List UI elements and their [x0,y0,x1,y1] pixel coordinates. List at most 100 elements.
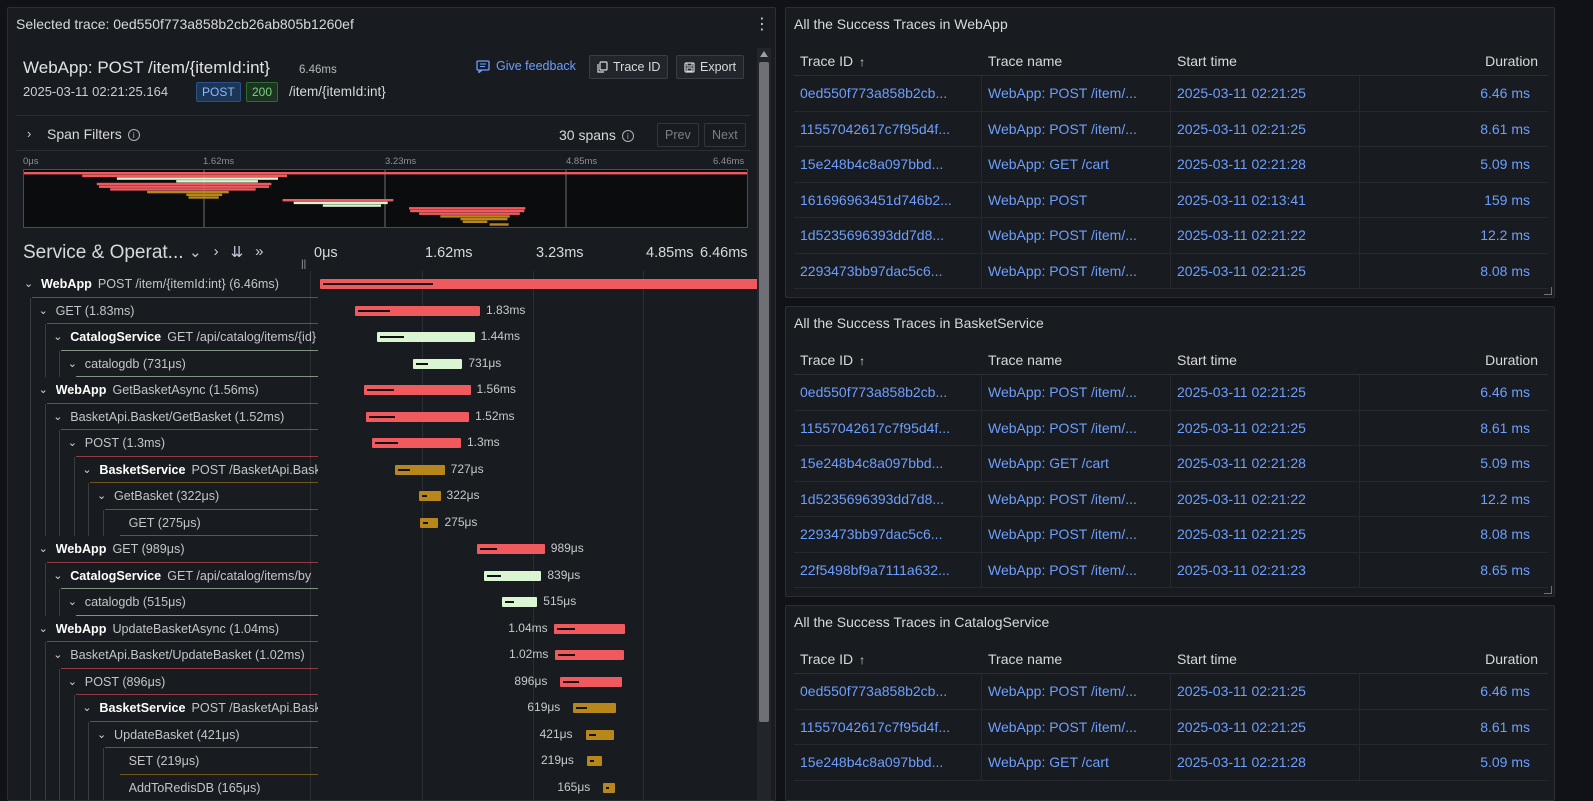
table-row[interactable]: 11557042617c7f95d4f... WebApp: POST /item… [794,111,1548,147]
trace-name-link[interactable]: WebApp: POST /item/... [988,384,1137,400]
trace-name-link[interactable]: WebApp: POST /item/... [988,526,1137,542]
duration-link[interactable]: 5.09 ms [1480,455,1530,471]
trace-name-link[interactable]: WebApp: POST /item/... [988,562,1137,578]
chevron-down-icon[interactable]: ⌄ [53,330,62,343]
span-row[interactable]: ⌄ BasketApi.Basket/GetBasket (1.52ms) 1.52… [16,403,753,430]
start-time-link[interactable]: 2025-03-11 02:21:28 [1177,156,1306,172]
trace-id-link[interactable]: 11557042617c7f95d4f... [800,719,950,735]
trace-name-link[interactable]: WebApp: GET /cart [988,754,1109,770]
info-icon[interactable]: i [621,130,634,143]
span-row[interactable]: ⌄ BasketService POST /BasketApi.Basket/Upd… [16,695,753,722]
sort-ascending-icon[interactable]: ↑ [859,55,865,69]
duration-link[interactable]: 8.08 ms [1480,526,1530,542]
give-feedback-link[interactable]: Give feedback [476,59,576,73]
table-row[interactable]: 1d5235696393dd7d8... WebApp: POST /item/.… [794,481,1548,517]
span-bar[interactable] [365,411,470,422]
sort-ascending-icon[interactable]: ↑ [859,354,865,368]
span-bar[interactable] [573,703,616,713]
trace-id-link[interactable]: 0ed550f773a858b2cb... [800,85,947,101]
chevron-down-icon[interactable]: ⌄ [39,622,48,635]
span-bar[interactable] [355,305,481,316]
span-row[interactable]: ⌄ BasketService POST /BasketApi.Basket/Get… [16,456,753,483]
info-icon[interactable]: i [127,129,140,142]
trace-name-link[interactable]: WebApp: POST /item/... [988,85,1137,101]
span-row[interactable]: ⌄ WebApp GET (989μs) 989μs [16,536,753,563]
span-bar[interactable] [477,544,545,554]
column-header[interactable]: Trace ID ↑ [800,53,865,69]
span-bar[interactable] [603,782,615,793]
column-header[interactable]: Trace name [988,53,1062,69]
table-row[interactable]: 15e248b4c8a097bbd... WebApp: GET /cart 202… [794,745,1548,781]
trace-name-link[interactable]: WebApp: POST /item/... [988,491,1137,507]
column-header[interactable]: Start time [1177,651,1237,667]
span-row[interactable]: ⌄ WebApp UpdateBasketAsync (1.04ms) 1.04ms [16,615,753,642]
chevron-right-icon[interactable]: › [214,243,219,261]
span-row[interactable]: ⌄ CatalogService GET /api/catalog/items/{i… [16,324,753,351]
start-time-link[interactable]: 2025-03-11 02:21:25 [1177,719,1306,735]
span-bar[interactable] [320,279,760,289]
duration-link[interactable]: 8.61 ms [1480,719,1530,735]
panel-menu-icon[interactable]: ⋮ [749,8,775,40]
span-row[interactable]: ⌄ WebApp GetBasketAsync (1.56ms) 1.56ms [16,377,753,404]
span-filters-toggle[interactable]: Span Filters i [47,126,140,142]
start-time-link[interactable]: 2025-03-11 02:21:22 [1177,491,1306,507]
span-row[interactable]: ⌄ WebApp POST /item/{itemId:int} (6.46ms) [16,271,760,298]
start-time-link[interactable]: 2025-03-11 02:21:25 [1177,420,1306,436]
span-row[interactable]: ⌄ POST (896μs) 896μs [16,668,753,695]
table-row[interactable]: 0ed550f773a858b2cb... WebApp: POST /item/… [794,76,1548,112]
column-header[interactable]: Start time [1177,352,1237,368]
trace-name-link[interactable]: WebApp: POST /item/... [988,263,1137,279]
table-row[interactable]: 0ed550f773a858b2cb... WebApp: POST /item/… [794,674,1548,710]
trace-name-link[interactable]: WebApp: POST [988,192,1087,208]
duration-link[interactable]: 8.61 ms [1480,121,1530,137]
duration-link[interactable]: 12.2 ms [1480,491,1530,507]
duration-link[interactable]: 8.08 ms [1480,263,1530,279]
collapse-all-icon[interactable]: » [255,243,263,261]
span-bar[interactable] [394,464,445,475]
span-row[interactable]: ⌄ BasketApi.Basket/UpdateBasket (1.02ms) 1… [16,642,753,669]
chevron-down-icon[interactable]: ⌄ [68,675,77,688]
trace-id-link[interactable]: 0ed550f773a858b2cb... [800,384,947,400]
next-button[interactable]: Next [704,123,746,147]
span-row[interactable]: ⌄ catalogdb (731μs) 731μs [16,350,753,377]
table-row[interactable]: 2293473bb97dac5c6... WebApp: POST /item/.… [794,517,1548,553]
span-bar[interactable] [585,729,615,740]
span-row[interactable]: ⌄ catalogdb (515μs) 515μs [16,589,753,616]
start-time-link[interactable]: 2025-03-11 02:21:25 [1177,121,1306,137]
span-bar[interactable] [554,650,625,660]
trace-id-link[interactable]: 22f5498bf9a7111a632... [800,562,950,578]
span-bar[interactable] [372,438,461,448]
duration-link[interactable]: 6.46 ms [1480,85,1530,101]
trace-name-link[interactable]: WebApp: POST /item/... [988,227,1137,243]
chevron-down-icon[interactable]: ⌄ [53,569,62,582]
trace-name-link[interactable]: WebApp: POST /item/... [988,683,1137,699]
export-button[interactable]: Export [676,55,745,79]
column-header[interactable]: Duration [1485,651,1538,667]
table-row[interactable]: 15e248b4c8a097bbd... WebApp: GET /cart 202… [794,147,1548,183]
chevron-down-icon[interactable]: ⌄ [82,701,91,714]
sort-ascending-icon[interactable]: ↑ [859,653,865,667]
resize-handle-icon[interactable] [1544,586,1552,594]
trace-name-link[interactable]: WebApp: GET /cart [988,156,1109,172]
span-bar[interactable] [484,570,542,581]
duration-link[interactable]: 6.46 ms [1480,384,1530,400]
scrollbar-thumb[interactable] [759,62,769,722]
start-time-link[interactable]: 2025-03-11 02:21:25 [1177,85,1306,101]
span-bar[interactable] [560,676,622,687]
chevron-down-icon[interactable]: ⌄ [53,648,62,661]
span-bar[interactable] [418,491,441,501]
trace-id-button[interactable]: Trace ID [589,55,669,79]
start-time-link[interactable]: 2025-03-11 02:21:28 [1177,754,1306,770]
expand-all-icon[interactable]: ⇊ [231,243,244,261]
span-row[interactable]: ⌄SET (219μs)219μs [16,748,753,775]
chevron-down-icon[interactable]: ⌄ [53,410,62,423]
trace-id-link[interactable]: 161696963451d746b2... [800,192,952,208]
column-header[interactable]: Duration [1485,53,1538,69]
column-header[interactable]: Start time [1177,53,1237,69]
column-header[interactable]: Duration [1485,352,1538,368]
column-header[interactable]: Trace ID ↑ [800,352,865,368]
start-time-link[interactable]: 2025-03-11 02:21:23 [1177,562,1306,578]
span-row[interactable]: ⌄AddToRedisDB (165μs)165μs [16,774,753,800]
span-row[interactable]: ⌄ GET (1.83ms) 1.83ms [16,297,753,324]
duration-link[interactable]: 8.61 ms [1480,420,1530,436]
